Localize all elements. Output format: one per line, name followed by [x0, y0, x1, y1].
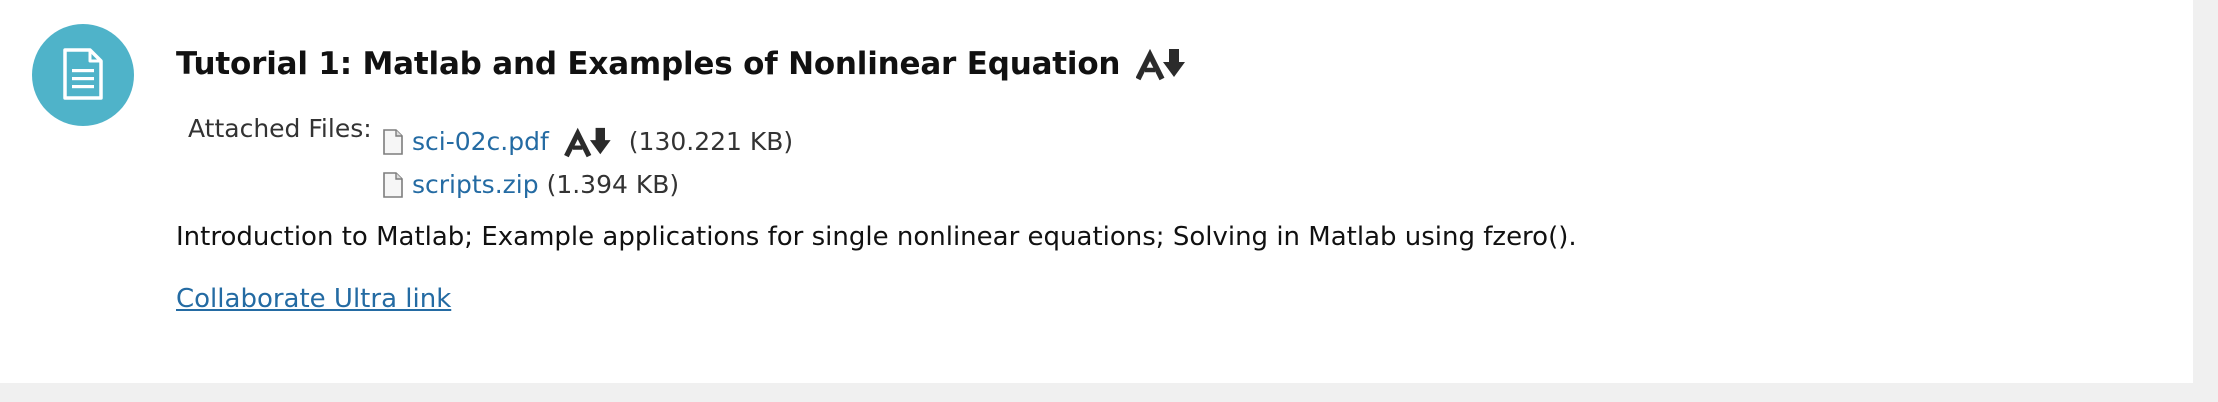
attached-file-row: scripts.zip (1.394 KB): [382, 163, 793, 206]
document-icon: [32, 24, 134, 126]
attached-file-row: sci-02c.pdf (130.221 KB): [382, 120, 793, 163]
collaborate-ultra-link[interactable]: Collaborate Ultra link: [176, 284, 451, 314]
file-icon: [382, 171, 404, 198]
item-title-row: Tutorial 1: Matlab and Examples of Nonli…: [176, 40, 1188, 88]
ally-alternative-formats-icon[interactable]: [1135, 47, 1188, 81]
content-item: Tutorial 1: Matlab and Examples of Nonli…: [0, 0, 2193, 383]
file-size: (130.221 KB): [628, 127, 794, 156]
file-link-sci-02c[interactable]: sci-02c.pdf: [412, 127, 549, 156]
file-link-scripts-zip[interactable]: scripts.zip: [412, 170, 539, 199]
file-icon: [382, 128, 404, 155]
ally-alternative-formats-icon[interactable]: [563, 126, 615, 158]
item-title: Tutorial 1: Matlab and Examples of Nonli…: [176, 46, 1121, 82]
attached-files-list: sci-02c.pdf (130.221 KB) scripts.zip (1.…: [382, 120, 793, 206]
item-description: Introduction to Matlab; Example applicat…: [176, 222, 1577, 252]
file-size: (1.394 KB): [546, 170, 680, 199]
attached-files-label: Attached Files:: [188, 114, 372, 143]
